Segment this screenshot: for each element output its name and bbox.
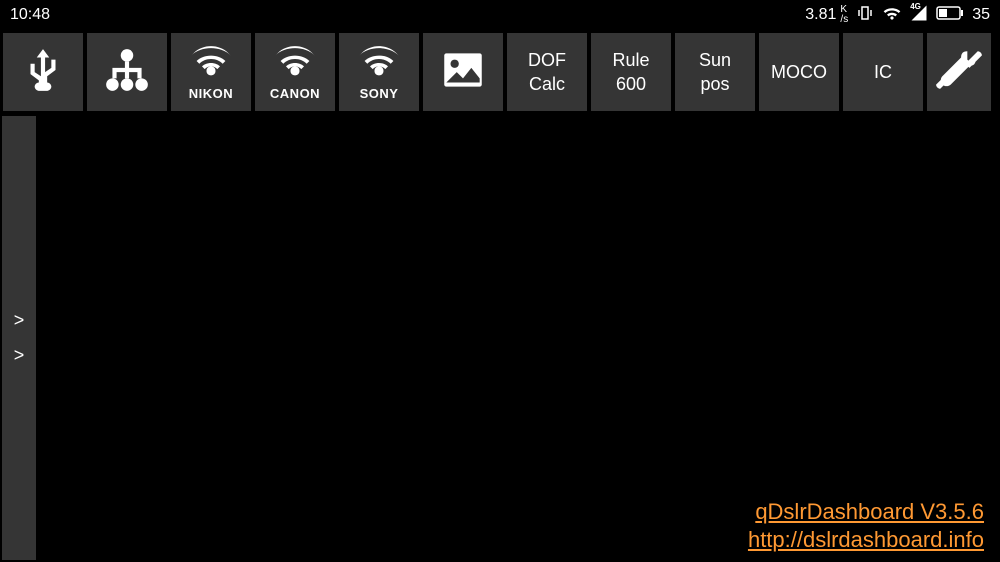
image-button[interactable]	[423, 33, 503, 111]
rule-600-button[interactable]: Rule 600	[591, 33, 671, 111]
nikon-label: NIKON	[189, 86, 233, 101]
app-url-link[interactable]: http://dslrdashboard.info	[748, 526, 984, 554]
signal-icon: 4G	[910, 4, 928, 27]
vibrate-icon	[856, 4, 874, 27]
sun-pos-button[interactable]: Sun pos	[675, 33, 755, 111]
canon-wifi-button[interactable]: CANON	[255, 33, 335, 111]
network-speed: 3.81 K /s	[805, 5, 848, 25]
sidebar-arrow-2[interactable]: >	[14, 345, 25, 366]
ic-button[interactable]: IC	[843, 33, 923, 111]
battery-icon	[936, 6, 964, 25]
battery-level: 35	[972, 6, 990, 24]
dof-label-1: DOF	[528, 49, 566, 71]
moco-label: MOCO	[771, 61, 827, 83]
tools-button[interactable]	[927, 33, 991, 111]
network-icon	[102, 45, 152, 100]
sony-label: SONY	[360, 86, 399, 101]
dof-label-2: Calc	[529, 73, 565, 95]
tools-icon	[934, 45, 984, 100]
status-bar: 10:48 3.81 K /s 4G 35	[0, 0, 1000, 30]
wifi-icon	[357, 43, 401, 84]
rule-label-1: Rule	[612, 49, 649, 71]
nikon-wifi-button[interactable]: NIKON	[171, 33, 251, 111]
sidebar[interactable]: > >	[2, 116, 36, 560]
moco-button[interactable]: MOCO	[759, 33, 839, 111]
main-area: > > qDslrDashboard V3.5.6 http://dslrdas…	[0, 114, 1000, 562]
usb-button[interactable]	[3, 33, 83, 111]
toolbar: NIKON CANON SONY DOF Calc Rule 600 Sun p…	[0, 30, 1000, 114]
wifi-icon	[882, 3, 902, 28]
wifi-icon	[189, 43, 233, 84]
status-right: 3.81 K /s 4G 35	[805, 3, 990, 28]
app-name-link[interactable]: qDslrDashboard V3.5.6	[748, 498, 984, 526]
usb-icon	[18, 45, 68, 100]
ic-label: IC	[874, 61, 892, 83]
content-area: qDslrDashboard V3.5.6 http://dslrdashboa…	[36, 114, 1000, 562]
canon-label: CANON	[270, 86, 320, 101]
image-icon	[438, 45, 488, 100]
rule-label-2: 600	[616, 73, 646, 95]
footer-text: qDslrDashboard V3.5.6 http://dslrdashboa…	[748, 498, 984, 554]
sony-wifi-button[interactable]: SONY	[339, 33, 419, 111]
wifi-icon	[273, 43, 317, 84]
status-time: 10:48	[10, 6, 50, 24]
sun-label-2: pos	[700, 73, 729, 95]
sidebar-arrow-1[interactable]: >	[14, 310, 25, 331]
dof-calc-button[interactable]: DOF Calc	[507, 33, 587, 111]
sun-label-1: Sun	[699, 49, 731, 71]
network-button[interactable]	[87, 33, 167, 111]
